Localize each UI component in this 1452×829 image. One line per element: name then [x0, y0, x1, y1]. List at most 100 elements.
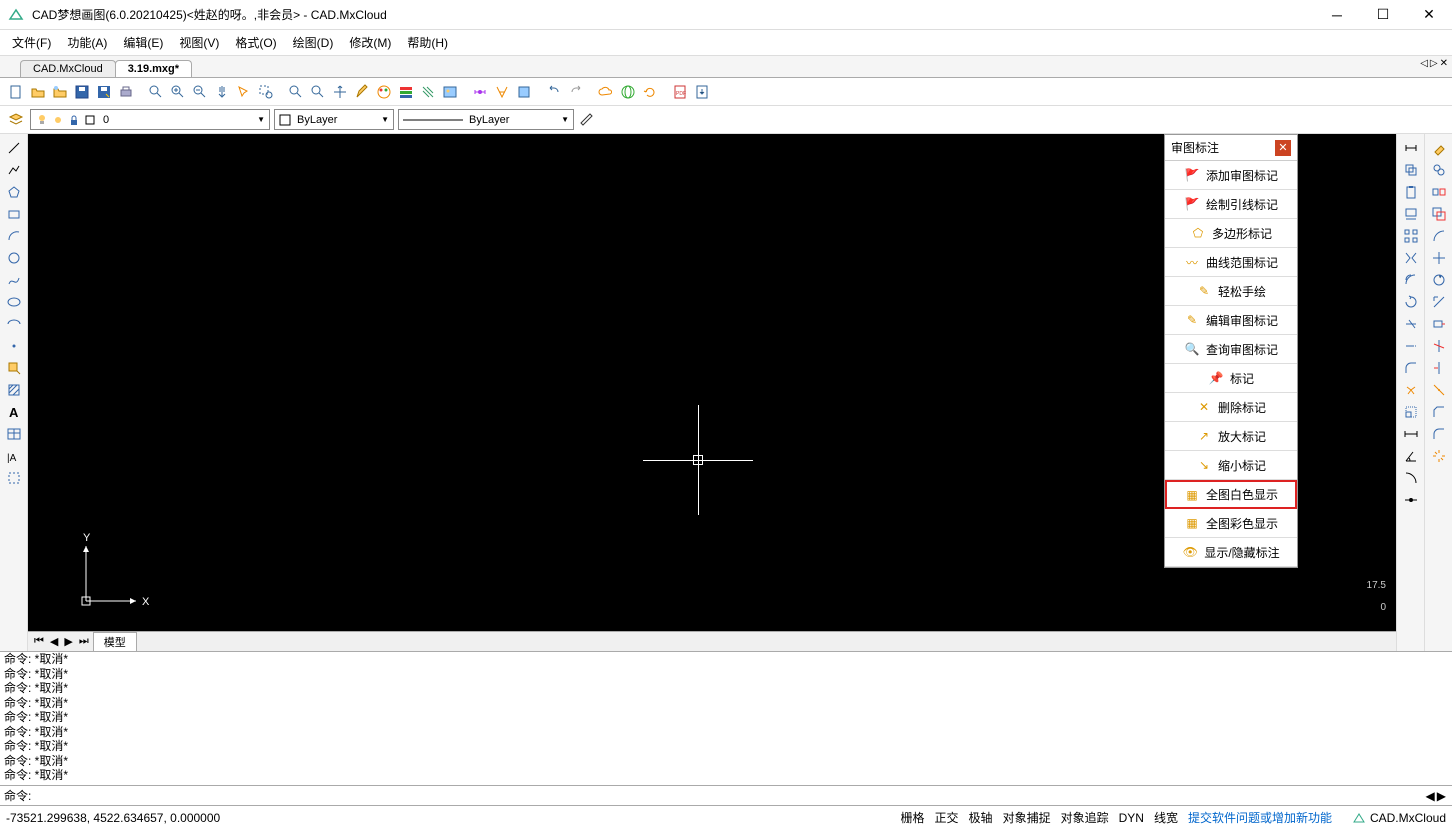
hatch-icon[interactable] [418, 82, 438, 102]
cmd-next-icon[interactable]: ▶ [1437, 789, 1446, 803]
refresh-icon[interactable] [640, 82, 660, 102]
status-toggle[interactable]: 对象追踪 [1061, 809, 1109, 826]
arc-tool-icon[interactable] [4, 226, 24, 246]
point-tool-icon[interactable] [4, 336, 24, 356]
scale2-icon[interactable] [1429, 292, 1449, 312]
spline-tool-icon[interactable] [4, 270, 24, 290]
fillet-icon[interactable] [1401, 358, 1421, 378]
panel-item[interactable]: 🚩绘制引线标记 [1165, 190, 1297, 219]
close-button[interactable]: ✕ [1406, 0, 1452, 30]
ellipse-arc-tool-icon[interactable] [4, 314, 24, 334]
offset2-icon[interactable] [1429, 204, 1449, 224]
measure-distance-icon[interactable] [1401, 424, 1421, 444]
cut-icon[interactable] [1401, 204, 1421, 224]
line-tool-icon[interactable] [4, 138, 24, 158]
status-toggle[interactable]: 线宽 [1154, 809, 1178, 826]
mirror2-icon[interactable] [1429, 182, 1449, 202]
chamfer-icon[interactable] [1429, 402, 1449, 422]
array2-icon[interactable] [1429, 226, 1449, 246]
move2-icon[interactable] [1429, 248, 1449, 268]
command-input[interactable] [35, 789, 1448, 803]
model-tab[interactable]: 模型 [93, 632, 137, 652]
document-tab[interactable]: 3.19.mxg* [115, 60, 192, 77]
status-toggle[interactable]: DYN [1119, 811, 1144, 825]
color-selector[interactable]: ByLayer ▼ [274, 109, 394, 130]
globe-icon[interactable] [618, 82, 638, 102]
linetype-selector[interactable]: ByLayer ▼ [398, 109, 574, 130]
circle-tool-icon[interactable] [4, 248, 24, 268]
offset-icon[interactable] [1401, 270, 1421, 290]
text-tool-icon[interactable]: A [4, 402, 24, 422]
menu-item[interactable]: 功能(A) [59, 31, 115, 54]
color-icon[interactable] [374, 82, 394, 102]
copy-icon[interactable] [1401, 160, 1421, 180]
panel-close-button[interactable]: ✕ [1275, 140, 1291, 156]
zoom-out-icon[interactable] [190, 82, 210, 102]
minimize-button[interactable]: ─ [1314, 0, 1360, 30]
break-icon[interactable] [1429, 380, 1449, 400]
extend2-icon[interactable] [1429, 358, 1449, 378]
move-icon[interactable] [330, 82, 350, 102]
panel-item[interactable]: 🚩添加审图标记 [1165, 161, 1297, 190]
cmd-prev-icon[interactable]: ◀ [1426, 789, 1435, 803]
status-toggle[interactable]: 栅格 [901, 809, 925, 826]
zoom-all-icon[interactable] [308, 82, 328, 102]
menu-item[interactable]: 编辑(E) [115, 31, 171, 54]
hatch-tool-icon[interactable] [4, 380, 24, 400]
measure-area-icon[interactable] [1401, 468, 1421, 488]
zoom-window-icon[interactable] [256, 82, 276, 102]
panel-item[interactable]: ↘缩小标记 [1165, 451, 1297, 480]
dimension-linear-icon[interactable] [1401, 138, 1421, 158]
erase-icon[interactable] [1429, 138, 1449, 158]
table-tool-icon[interactable] [4, 424, 24, 444]
menu-item[interactable]: 视图(V) [171, 31, 227, 54]
redo-icon[interactable] [566, 82, 586, 102]
layer-selector[interactable]: 0 ▼ [30, 109, 270, 130]
panel-item[interactable]: ✎编辑审图标记 [1165, 306, 1297, 335]
status-toggle[interactable]: 极轴 [969, 809, 993, 826]
image-icon[interactable] [440, 82, 460, 102]
trim-icon[interactable] [1401, 314, 1421, 334]
select-icon[interactable] [234, 82, 254, 102]
drawing-canvas[interactable]: Y X 17.5 0 审图标注 ✕ 🚩添加审图标记🚩绘制引线标记⬠多边形标记〰曲… [28, 134, 1396, 631]
tab-nav-left-icon[interactable]: ◁ [1420, 58, 1428, 69]
block-icon[interactable] [514, 82, 534, 102]
paste-icon[interactable] [1401, 182, 1421, 202]
new-file-icon[interactable] [6, 82, 26, 102]
zoom-extents-icon[interactable] [286, 82, 306, 102]
tab-nav-right-icon[interactable]: ▷ [1430, 58, 1438, 69]
menu-item[interactable]: 格式(O) [227, 31, 284, 54]
polyline-tool-icon[interactable] [4, 160, 24, 180]
panel-item[interactable]: 〰曲线范围标记 [1165, 248, 1297, 277]
region-tool-icon[interactable] [4, 468, 24, 488]
feedback-link[interactable]: 提交软件问题或增加新功能 [1188, 809, 1332, 826]
pan-icon[interactable] [212, 82, 232, 102]
saveas-icon[interactable] [94, 82, 114, 102]
panel-item[interactable]: ▦全图彩色显示 [1165, 509, 1297, 538]
zoom-icon[interactable] [146, 82, 166, 102]
text-style-icon[interactable] [492, 82, 512, 102]
sheet-next-icon[interactable]: ▶ [62, 635, 74, 648]
open-cloud-icon[interactable] [50, 82, 70, 102]
cloud-icon[interactable] [596, 82, 616, 102]
mirror-icon[interactable] [1401, 248, 1421, 268]
explode2-icon[interactable] [1429, 446, 1449, 466]
open-file-icon[interactable] [28, 82, 48, 102]
print-icon[interactable] [116, 82, 136, 102]
panel-item[interactable]: ▦全图白色显示 [1165, 480, 1297, 509]
panel-item[interactable]: 🔍查询审图标记 [1165, 335, 1297, 364]
explode-icon[interactable] [1401, 380, 1421, 400]
panel-item[interactable]: ✕删除标记 [1165, 393, 1297, 422]
tab-close-icon[interactable]: ✕ [1440, 58, 1448, 69]
fillet2-icon[interactable] [1429, 424, 1449, 444]
rectangle-tool-icon[interactable] [4, 204, 24, 224]
rotate-icon[interactable] [1401, 292, 1421, 312]
panel-item[interactable]: ✎轻松手绘 [1165, 277, 1297, 306]
rotate2-icon[interactable] [1429, 270, 1449, 290]
layer-manager-icon[interactable] [6, 110, 26, 130]
panel-item[interactable]: ⬠多边形标记 [1165, 219, 1297, 248]
ellipse-tool-icon[interactable] [4, 292, 24, 312]
measure-point-icon[interactable] [1401, 490, 1421, 510]
sheet-last-icon[interactable]: ⏭ [77, 635, 91, 648]
brush-icon[interactable] [578, 110, 598, 130]
